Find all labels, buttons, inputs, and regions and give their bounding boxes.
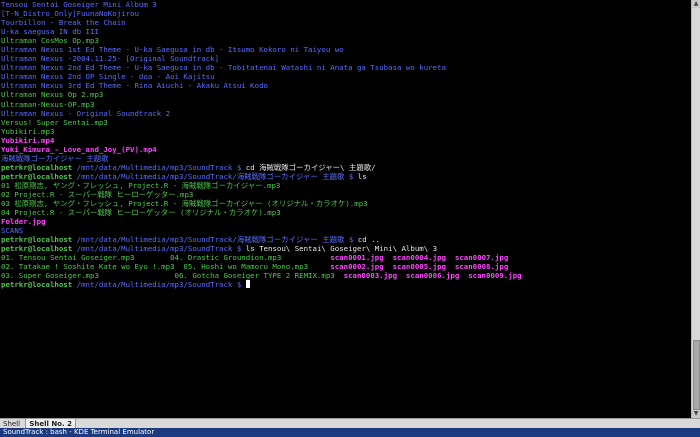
terminal-line: 01. Tensou Sentai Goseiger.mp3 04. Drast… (1, 253, 693, 262)
terminal-text: 04 Project.R - スーパー戦隊 ヒーローゲッター (オリジナル・カラ… (1, 208, 281, 218)
terminal-line: Ultraman Nexus 2nd Ed Theme - U-ka Saegu… (1, 63, 693, 72)
terminal-text: Versus! Super Sentai.mp3 (1, 117, 108, 127)
terminal-text: /mnt/data/Multimedia/mp3/SoundTrack $ (72, 162, 246, 172)
terminal-text: Ultraman CosMos Op.mp3 (1, 36, 99, 46)
scroll-down-arrow-icon[interactable]: ▼ (692, 410, 700, 418)
terminal-line: Yubikiri.mp4 (1, 136, 693, 145)
terminal-text: 03. Super Goseiger.mp3 06. Gotcha Goseig… (1, 271, 344, 281)
terminal-line: Ultraman Nexus Op 2.mp3 (1, 90, 693, 99)
terminal-line: 02 Project.R - スーパー戦隊 ヒーローゲッター.mp3 (1, 190, 693, 199)
terminal-text: ls (357, 171, 367, 181)
terminal-text: 02 Project.R - スーパー戦隊 ヒーローゲッター.mp3 (1, 189, 194, 199)
text-cursor (245, 280, 250, 289)
terminal-line: petrkr@localhost /mnt/data/Multimedia/mp… (1, 172, 693, 181)
terminal-line: U-ka saegusa IN db III (1, 27, 693, 36)
terminal-line: Ultraman Nexus -2004.11.25- [Original So… (1, 54, 693, 63)
terminal-line: SCANS (1, 226, 693, 235)
terminal-line: Ultraman Nexus 2nd OP Single - doa - Aoi… (1, 72, 693, 81)
terminal-line: 01 松原剛志, ヤング・フレッシュ, Project.R - 海賊戦隊ゴーカイ… (1, 181, 693, 190)
window-title: SoundTrack : bash - KDE Terminal Emulato… (3, 428, 155, 436)
terminal-text: 海賊戦隊ゴーカイジャー 主題歌 (1, 153, 109, 163)
terminal-text: /mnt/data/Multimedia/mp3/SoundTrack/海賊戦隊… (72, 171, 358, 181)
terminal-text: Yubikiri.mp4 (1, 135, 55, 145)
scrollbar-thumb[interactable] (693, 340, 700, 410)
terminal-text: Ultraman Nexus 2nd Ed Theme - U-ka Saegu… (1, 63, 446, 73)
terminal-text: [T-N_Distro_Only]FuunaNoKojirou (1, 9, 139, 19)
terminal-text: Tensou Sentai Goseiger Mini Album 3 (1, 0, 157, 9)
terminal-line: Ultraman Nexus - Original Soundtrack 2 (1, 109, 693, 118)
window-title-bar: SoundTrack : bash - KDE Terminal Emulato… (0, 428, 700, 437)
terminal-line: Yuki_Kimura_-_Love_and_Joy_(PV).mp4 (1, 145, 693, 154)
vertical-scrollbar[interactable]: ▲ ▼ (691, 0, 700, 418)
terminal-text: Ultraman Nexus - Original Soundtrack 2 (1, 108, 171, 118)
terminal-line: 03. Super Goseiger.mp3 06. Gotcha Goseig… (1, 271, 693, 280)
terminal-text: Tourbillon - Break the Chain (1, 18, 126, 28)
terminal-line: 02. Tatakae ! Soshite Kate wo Eyo !.mp3 … (1, 262, 693, 271)
terminal-text: Ultraman Nexus 3rd Ed Theme - Rina Aiuch… (1, 81, 268, 91)
terminal-line: Folder.jpg (1, 217, 693, 226)
terminal-text: Yuki_Kimura_-_Love_and_Joy_(PV).mp4 (1, 144, 157, 154)
terminal-line: Yubikiri.mp3 (1, 127, 693, 136)
terminal-text: ls Tensou\ Sentai\ Goseiger\ Mini\ Album… (245, 244, 438, 254)
terminal-text: petrkr@localhost (1, 235, 73, 245)
terminal-line: petrkr@localhost /mnt/data/Multimedia/mp… (1, 235, 693, 244)
terminal-text: Ultraman Nexus Op 2.mp3 (1, 90, 104, 100)
terminal-text: 02. Tatakae ! Soshite Kate wo Eyo !.mp3 … (1, 262, 331, 272)
terminal-line: 03 松原剛志, ヤング・フレッシュ, Project.R - 海賊戦隊ゴーカイ… (1, 199, 693, 208)
terminal-line: Ultraman Nexus 1st Ed Theme - U-ka Saegu… (1, 45, 693, 54)
terminal-line: Tourbillon - Break the Chain (1, 18, 693, 27)
terminal-text: 01. Tensou Sentai Goseiger.mp3 04. Drast… (1, 253, 331, 263)
terminal-text: 03 松原剛志, ヤング・フレッシュ, Project.R - 海賊戦隊ゴーカイ… (1, 199, 368, 209)
terminal-text: /mnt/data/Multimedia/mp3/SoundTrack $ (72, 244, 246, 254)
scroll-up-arrow-icon[interactable]: ▲ (692, 0, 700, 8)
terminal-line: Ultraman-Nexus-OP.mp3 (1, 100, 693, 109)
terminal-text: petrkr@localhost (1, 162, 73, 172)
terminal-text: petrkr@localhost (1, 244, 73, 254)
terminal-line: [T-N_Distro_Only]FuunaNoKojirou (1, 9, 693, 18)
terminal-line: petrkr@localhost /mnt/data/Multimedia/mp… (1, 244, 693, 253)
terminal-text: petrkr@localhost (1, 171, 73, 181)
terminal-line: Ultraman Nexus 3rd Ed Theme - Rina Aiuch… (1, 81, 693, 90)
terminal-output[interactable]: Tensou Sentai Goseiger Mini Album 3 [T-N_… (0, 0, 693, 418)
terminal-line: 海賊戦隊ゴーカイジャー 主題歌 (1, 154, 693, 163)
terminal-text: Ultraman Nexus -2004.11.25- [Original So… (1, 54, 220, 64)
terminal-text: Ultraman Nexus 2nd OP Single - doa - Aoi… (1, 72, 215, 82)
terminal-line: Tensou Sentai Goseiger Mini Album 3 (1, 0, 693, 9)
terminal-line: Versus! Super Sentai.mp3 (1, 118, 693, 127)
terminal-text: Yubikiri.mp3 (1, 126, 55, 136)
terminal-text: scan0002.jpg scan0005.jpg scan0008.jpg (330, 262, 509, 272)
terminal-text: 01 松原剛志, ヤング・フレッシュ, Project.R - 海賊戦隊ゴーカイ… (1, 180, 281, 190)
terminal-text: /mnt/data/Multimedia/mp3/SoundTrack $ (72, 280, 246, 290)
terminal-text: scan0003.jpg scan0006.jpg scan0009.jpg (343, 271, 522, 281)
terminal-line: 04 Project.R - スーパー戦隊 ヒーローゲッター (オリジナル・カラ… (1, 208, 693, 217)
terminal-text: cd 海賊戦隊ゴーカイジャー\ 主題歌/ (245, 162, 376, 172)
terminal-text: Folder.jpg (1, 217, 46, 227)
terminal-text: petrkr@localhost (1, 280, 73, 290)
terminal-line: Ultraman CosMos Op.mp3 (1, 36, 693, 45)
terminal-text: scan0001.jpg scan0004.jpg scan0007.jpg (330, 253, 509, 263)
terminal-text: SCANS (1, 226, 24, 236)
terminal-text: cd .. (357, 235, 380, 245)
terminal-text: U-ka saegusa IN db III (1, 27, 99, 37)
terminal-text: /mnt/data/Multimedia/mp3/SoundTrack/海賊戦隊… (72, 235, 358, 245)
terminal-line: petrkr@localhost /mnt/data/Multimedia/mp… (1, 163, 693, 172)
terminal-line: petrkr@localhost /mnt/data/Multimedia/mp… (1, 280, 693, 289)
terminal-text: Ultraman-Nexus-OP.mp3 (1, 99, 95, 109)
terminal-text: Ultraman Nexus 1st Ed Theme - U-ka Saegu… (1, 45, 344, 55)
